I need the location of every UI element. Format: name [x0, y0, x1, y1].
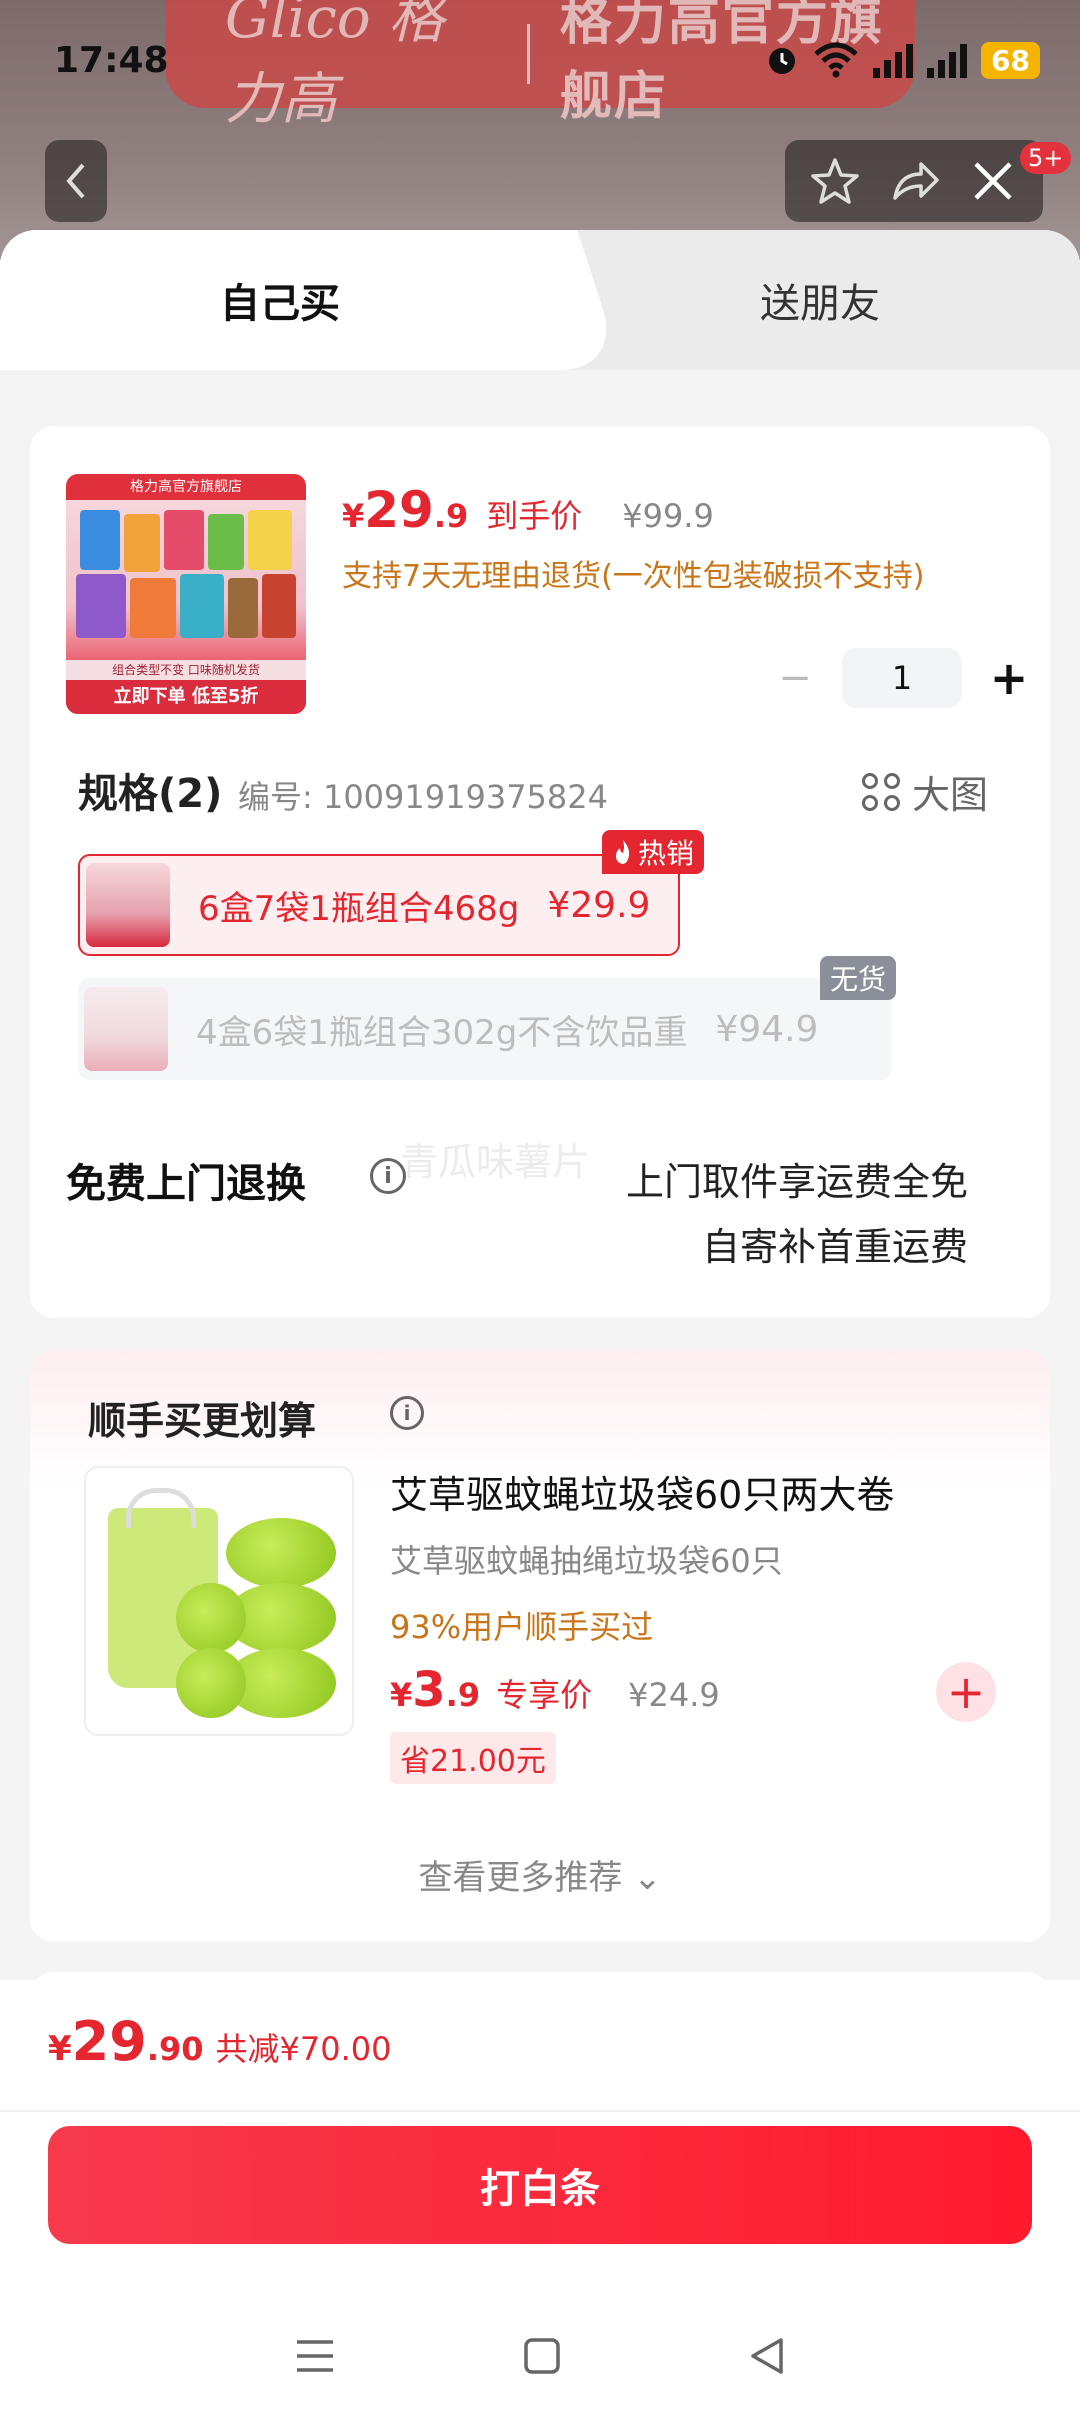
quantity-increase-button[interactable]: + [984, 651, 1034, 705]
close-icon[interactable] [966, 154, 1020, 208]
status-time: 17:48 [54, 39, 169, 81]
price-symbol: ¥ [48, 2029, 72, 2069]
signal-icon-2 [927, 42, 968, 78]
price-integer: 29 [71, 2010, 147, 2073]
wifi-icon [814, 42, 858, 78]
top-action-group [785, 140, 1043, 222]
original-price: ¥99.9 [622, 497, 714, 535]
spec-title: 规格(2) [78, 771, 223, 817]
spec-option-price: ¥29.9 [547, 884, 651, 926]
free-return-title: 免费上门退换 [66, 1161, 306, 1207]
product-price: ¥ 29 .9 到手价 ¥99.9 [342, 481, 714, 539]
recommend-title: 顺手买更划算 [88, 1399, 317, 1443]
return-policy-note: 支持7天无理由退货(一次性包装破损不支持) [342, 559, 925, 594]
spec-option-name: 6盒7袋1瓶组合468g [198, 888, 520, 929]
total-price: ¥ 29 .90 共减¥70.00 [48, 2010, 392, 2073]
battery-indicator: 68 [981, 41, 1040, 79]
savings-badge: 省21.00元 [390, 1732, 556, 1784]
flame-icon [616, 840, 630, 864]
price-integer: 29 [364, 481, 434, 539]
price-label: 到手价 [486, 497, 583, 535]
big-picture-button[interactable]: 大图 [862, 764, 988, 819]
quantity-input[interactable]: 1 [842, 648, 962, 708]
chevron-left-icon [66, 163, 85, 199]
quantity-decrease-button[interactable]: − [770, 655, 820, 701]
view-more-recommend[interactable]: 查看更多推荐 ⌄ [30, 1850, 1050, 1899]
product-image-footer: 立即下单 低至5折 [66, 680, 306, 714]
product-code: 编号: 10091919375824 [238, 778, 608, 816]
tab-gift-friend[interactable]: 送朋友 [600, 230, 1040, 370]
tab-self-buy[interactable]: 自己买 [0, 230, 560, 370]
product-card: 格力高官方旗舰店 组合类型不变 口味随机发货 立即下单 低至5折 ¥ 29 .9… [30, 426, 1050, 1318]
recommend-item-subtitle: 艾草驱蚊蝇抽绳垃圾袋60只 [390, 1542, 783, 1580]
checkout-bar: ¥ 29 .90 共减¥70.00 打白条 [0, 1980, 1080, 2412]
spec-option-thumbnail [84, 987, 168, 1071]
spec-option-selected[interactable]: 6盒7袋1瓶组合468g ¥29.9 [78, 854, 680, 956]
recommend-item-image[interactable] [84, 1466, 354, 1736]
price-integer: 3 [412, 1662, 446, 1718]
spec-option-name: 4盒6袋1瓶组合302g不含饮品重 [196, 1012, 688, 1053]
hot-sale-label: 热销 [638, 837, 695, 870]
status-bar: 17:48 68 [0, 0, 1080, 120]
message-badge: 5+ [1020, 142, 1072, 174]
menu-icon[interactable] [293, 2336, 337, 2376]
info-icon[interactable]: i [390, 1396, 424, 1430]
quantity-stepper: − 1 + [770, 648, 1034, 708]
recommend-item-bought: 93%用户顺手买过 [390, 1608, 654, 1646]
product-image-header: 格力高官方旗舰店 [66, 474, 306, 500]
price-decimal: .90 [146, 2030, 204, 2068]
free-return-line-1: 上门取件享运费全免 [625, 1160, 968, 1204]
back-button[interactable] [45, 140, 107, 222]
free-return-line-2: 自寄补首重运费 [701, 1225, 968, 1269]
recommend-item-price: ¥ 3 .9 专享价 ¥24.9 [390, 1662, 720, 1718]
star-icon[interactable] [808, 154, 862, 208]
product-image-subtitle: 组合类型不变 口味随机发货 [66, 660, 306, 680]
pay-with-baitiao-button[interactable]: 打白条 [48, 2126, 1032, 2244]
tab-bar: 自己买 送朋友 [0, 230, 1080, 370]
tab-self-buy-label: 自己买 [220, 281, 340, 327]
price-decimal: .9 [433, 497, 469, 535]
total-discount: 共减¥70.00 [215, 2030, 392, 2068]
alarm-icon [769, 48, 796, 74]
product-image[interactable]: 格力高官方旗舰店 组合类型不变 口味随机发货 立即下单 低至5折 [66, 474, 306, 714]
price-label: 专享价 [496, 1676, 593, 1714]
recommend-card: 顺手买更划算 i 艾草驱蚊蝇垃圾袋60只两大卷 艾草驱蚊蝇抽绳垃圾袋60只 93… [30, 1350, 1050, 1942]
hot-sale-badge: 热销 [602, 830, 705, 874]
tab-gift-friend-label: 送朋友 [760, 281, 880, 327]
original-price: ¥24.9 [628, 1676, 720, 1714]
price-symbol: ¥ [342, 497, 365, 535]
price-symbol: ¥ [390, 1676, 413, 1714]
share-icon[interactable] [887, 154, 941, 208]
system-nav-bar [0, 2300, 1080, 2412]
signal-icon-1 [873, 42, 914, 78]
grid-icon [862, 772, 900, 811]
out-of-stock-badge: 无货 [820, 956, 897, 1000]
status-icons: 68 [765, 41, 1040, 79]
home-icon[interactable] [522, 2336, 562, 2376]
recommend-item-name[interactable]: 艾草驱蚊蝇垃圾袋60只两大卷 [390, 1464, 894, 1519]
spec-option-price: ¥94.9 [715, 1008, 819, 1050]
spec-option-unavailable[interactable]: 4盒6袋1瓶组合302g不含饮品重 ¥94.9 [78, 978, 892, 1080]
divider [0, 2110, 1080, 2112]
flavor-watermark: 青瓜味薯片 [400, 1140, 591, 1184]
back-triangle-icon[interactable] [747, 2336, 787, 2376]
spec-option-thumbnail [86, 863, 170, 947]
big-picture-label: 大图 [912, 773, 989, 817]
price-decimal: .9 [445, 1676, 481, 1714]
add-recommend-button[interactable]: + [936, 1662, 996, 1722]
